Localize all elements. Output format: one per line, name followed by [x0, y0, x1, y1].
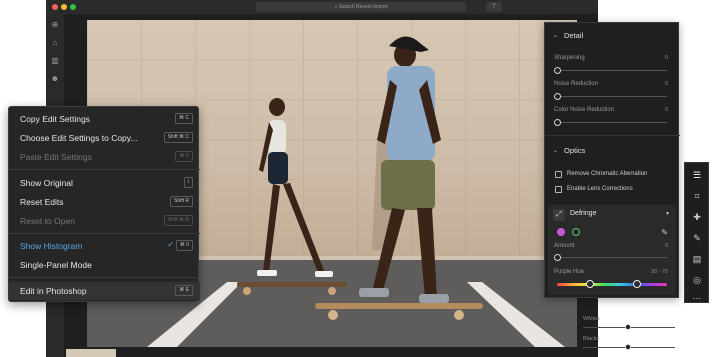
whites-slider-knob[interactable] [625, 324, 631, 330]
menu-shortcut: ⌘ V [175, 151, 193, 162]
menu-item-label: Choose Edit Settings to Copy... [20, 133, 138, 143]
add-photos-icon[interactable]: ⊕ [50, 20, 60, 30]
sharpening-value[interactable]: 0 [665, 55, 668, 61]
noise-reduction-value[interactable]: 0 [665, 81, 668, 87]
chevron-down-icon[interactable]: ⌄ [553, 147, 558, 154]
menu-shortcut: Shift R [169, 196, 193, 207]
defringe-tool-icon[interactable]: ⤢ [553, 209, 565, 221]
amount-slider-knob[interactable] [554, 254, 561, 261]
menu-item-label: Show Original [20, 178, 73, 188]
color-noise-reduction-slider-knob[interactable] [554, 119, 561, 126]
menu-item-choose-edit-settings[interactable]: Choose Edit Settings to Copy... Shift ⌘ … [9, 129, 200, 147]
linear-gradient-icon[interactable]: ▤ [691, 253, 703, 265]
color-noise-reduction-label: Color Noise Reduction [554, 107, 615, 113]
sharpening-label: Sharpening [554, 55, 585, 61]
menu-item-show-original[interactable]: Show Original \ [9, 174, 200, 192]
menu-shortcut: ⌘ 0 [175, 240, 193, 251]
menu-item-label: Show Histogram [20, 241, 83, 251]
people-icon[interactable]: ☻ [50, 74, 60, 84]
radial-gradient-icon[interactable]: ◎ [691, 274, 703, 286]
zoom-window-button[interactable] [70, 4, 76, 10]
menu-item-label: Reset Edits [20, 197, 64, 207]
menu-item-label: Edit in Photoshop [20, 286, 87, 296]
purple-hue-low-knob[interactable] [586, 280, 594, 288]
search-icon: ⌕ [334, 4, 338, 10]
defringe-group: ⤢ Defringe ▾ ✎ Amount 0 Purple Hue 30 - … [548, 205, 676, 295]
search-placeholder: Search Recent Import [338, 4, 388, 10]
screenshot-stage: ⌕ Search Recent Import ⊤ ⊕ ⌂ ▥ ☻ Copy Ed… [0, 0, 715, 357]
noise-reduction-track[interactable] [557, 96, 667, 97]
detail-optics-panel: ⌄ Detail Sharpening 0 Noise Reduction 0 … [544, 22, 680, 298]
menu-shortcut: ⌘ E [175, 285, 193, 296]
menu-item-copy-edit-settings[interactable]: Copy Edit Settings ⌘ C [9, 110, 200, 128]
menu-item-edit-in-photoshop[interactable]: Edit in Photoshop ⌘ E [9, 282, 200, 300]
menu-shortcut: Shift ⌘ R [163, 215, 193, 226]
blacks-label: Blacks [583, 336, 600, 342]
filter-icon[interactable]: ⊤ [486, 2, 502, 12]
section-divider [545, 135, 680, 136]
enable-lens-corrections-label: Enable Lens Corrections [567, 186, 633, 192]
blacks-slider-knob[interactable] [625, 344, 631, 350]
filmstrip-thumbnail[interactable] [66, 349, 116, 357]
noise-reduction-slider-knob[interactable] [554, 93, 561, 100]
healing-brush-icon[interactable]: ✚ [691, 211, 703, 223]
defringe-title: Defringe [570, 210, 597, 217]
menu-shortcut: \ [183, 177, 193, 188]
detail-section-title[interactable]: Detail [564, 31, 583, 40]
amount-track[interactable] [557, 257, 667, 258]
purple-hue-value[interactable]: 30 - 70 [651, 269, 668, 275]
edit-sliders-icon[interactable]: ☰ [691, 169, 703, 181]
menu-shortcut: Shift ⌘ C [163, 132, 193, 143]
remove-chromatic-aberration-checkbox[interactable] [555, 171, 562, 178]
green-swatch[interactable] [572, 228, 580, 236]
color-noise-reduction-track[interactable] [557, 122, 667, 123]
purple-hue-track[interactable] [557, 283, 667, 286]
enable-lens-corrections-checkbox[interactable] [555, 186, 562, 193]
menu-separator [9, 277, 200, 278]
sharpening-slider-knob[interactable] [554, 67, 561, 74]
menu-item-reset-edits[interactable]: Reset Edits Shift R [9, 193, 200, 211]
menu-item-reset-to-open: Reset to Open Shift ⌘ R [9, 212, 200, 230]
menu-item-label: Paste Edit Settings [20, 152, 92, 162]
remove-chromatic-aberration-label: Remove Chromatic Aberration [567, 171, 648, 177]
optics-section-title[interactable]: Optics [564, 146, 585, 155]
title-bar: ⌕ Search Recent Import ⊤ [46, 0, 598, 14]
checkmark-icon: ✓ [167, 240, 174, 249]
menu-item-label: Reset to Open [20, 216, 75, 226]
more-icon[interactable]: ⋯ [691, 292, 703, 304]
purple-swatch[interactable] [557, 228, 565, 236]
chevron-down-icon[interactable]: ▾ [666, 210, 669, 217]
close-window-button[interactable] [52, 4, 58, 10]
noise-reduction-label: Noise Reduction [554, 81, 599, 87]
brush-icon[interactable]: ✎ [691, 232, 703, 244]
library-icon[interactable]: ▥ [50, 56, 60, 66]
context-menu: Copy Edit Settings ⌘ C Choose Edit Setti… [8, 106, 200, 302]
crop-icon[interactable]: ⌗ [691, 190, 703, 202]
whites-label: Whites [583, 316, 600, 322]
amount-value[interactable]: 0 [665, 243, 668, 249]
home-icon[interactable]: ⌂ [50, 38, 60, 48]
menu-separator [9, 233, 200, 234]
minimize-window-button[interactable] [61, 4, 67, 10]
purple-hue-high-knob[interactable] [633, 280, 641, 288]
menu-item-show-histogram[interactable]: Show Histogram ✓ ⌘ 0 [9, 237, 200, 255]
menu-item-label: Single-Panel Mode [20, 260, 92, 270]
chevron-down-icon[interactable]: ⌄ [553, 32, 558, 39]
color-noise-reduction-value[interactable]: 0 [665, 107, 668, 113]
menu-item-label: Copy Edit Settings [20, 114, 90, 124]
eyedropper-icon[interactable]: ✎ [661, 228, 668, 237]
menu-separator [9, 169, 200, 170]
amount-label: Amount [554, 243, 575, 249]
sharpening-track[interactable] [557, 70, 667, 71]
menu-item-single-panel-mode[interactable]: Single-Panel Mode [9, 256, 200, 274]
purple-hue-label: Purple Hue [554, 269, 585, 275]
search-input[interactable]: ⌕ Search Recent Import [256, 2, 466, 12]
menu-shortcut: ⌘ C [175, 113, 193, 124]
edit-tools-rail: ☰ ⌗ ✚ ✎ ▤ ◎ ⋯ [684, 162, 709, 303]
menu-item-paste-edit-settings: Paste Edit Settings ⌘ V [9, 148, 200, 166]
